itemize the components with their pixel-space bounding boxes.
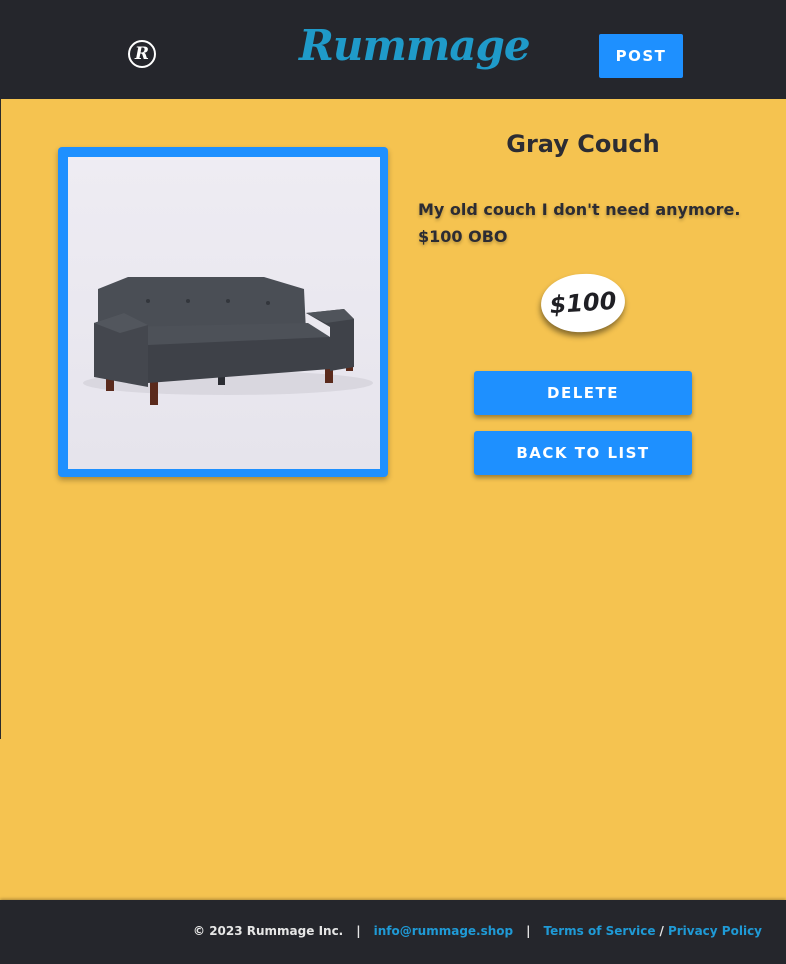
listing-photo-frame <box>58 147 388 477</box>
listing-title: Gray Couch <box>506 130 660 158</box>
couch-image <box>83 277 373 405</box>
email-link[interactable]: info@rummage.shop <box>374 924 514 938</box>
copyright-text: © 2023 Rummage Inc. <box>193 924 344 938</box>
post-button[interactable]: POST <box>599 34 683 78</box>
registered-r-icon[interactable]: R <box>128 40 156 68</box>
listing-description: My old couch I don't need anymore. $100 … <box>418 200 741 246</box>
footer-line: © 2023 Rummage Inc. | info@rummage.shop | Te… <box>193 921 762 941</box>
terms-link[interactable]: Terms of Service <box>544 924 656 938</box>
footer-slash: / <box>659 924 664 938</box>
delete-button[interactable]: DELETE <box>474 371 692 415</box>
footer-separator: | <box>356 924 361 938</box>
footer-separator: | <box>526 924 531 938</box>
back-to-list-button[interactable]: BACK TO LIST <box>474 431 692 475</box>
privacy-link[interactable]: Privacy Policy <box>668 924 762 938</box>
price-badge: $100 <box>539 271 627 335</box>
footer: © 2023 Rummage Inc. | info@rummage.shop | Te… <box>0 900 786 964</box>
brand-logo[interactable]: Rummage <box>299 16 531 76</box>
top-header: R Rummage POST <box>0 0 786 99</box>
left-edge-divider <box>0 99 1 739</box>
listing-photo <box>68 157 380 469</box>
